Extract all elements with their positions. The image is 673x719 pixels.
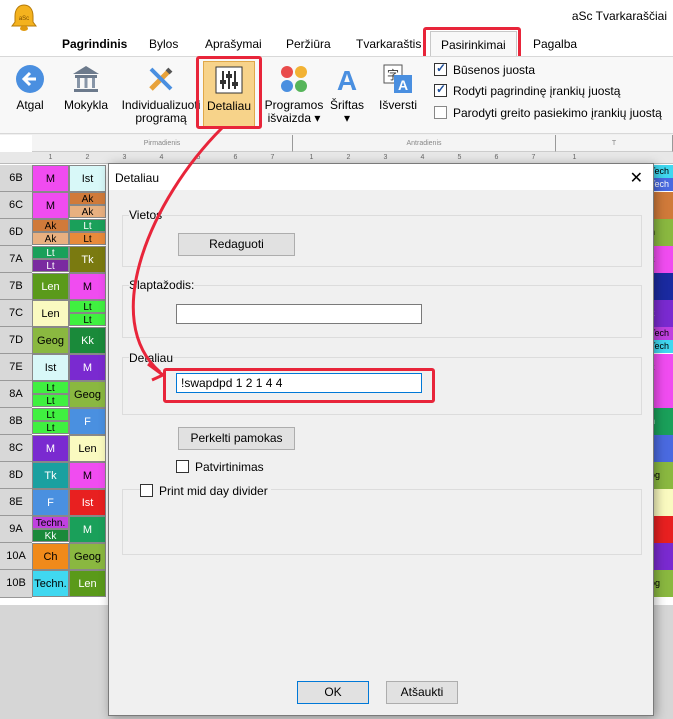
app-window: aSc aSc Tvarkaraščiai Pagrindinis Bylos … (0, 0, 673, 719)
red-arrow-annotation (131, 126, 224, 382)
